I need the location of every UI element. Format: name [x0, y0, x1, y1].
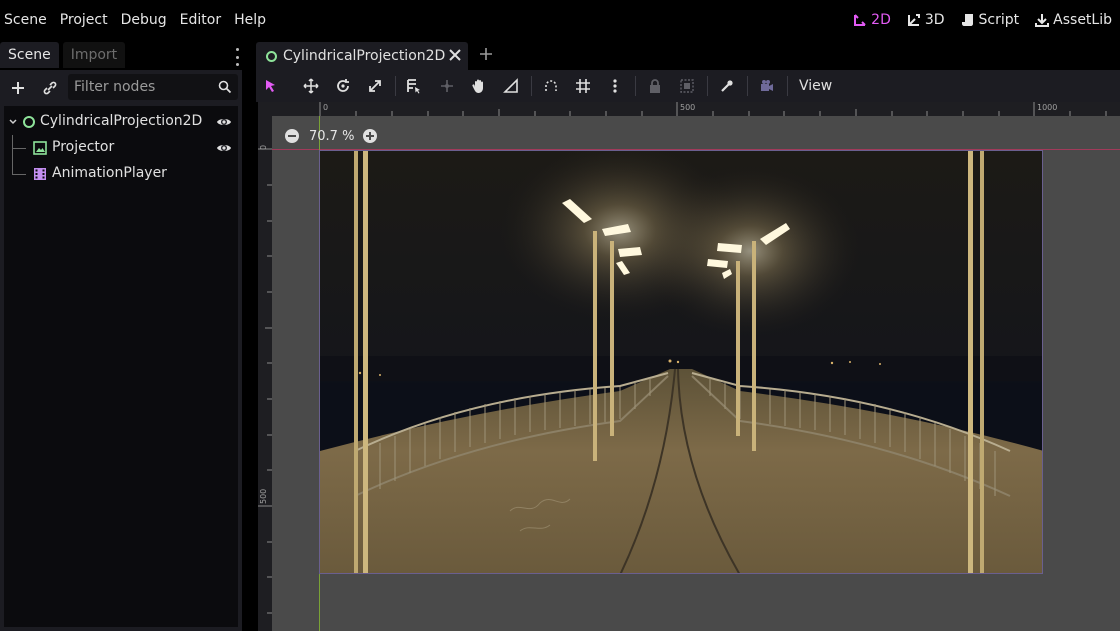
- scene-toolbar: [0, 70, 242, 106]
- toolbar-separator: [747, 76, 748, 96]
- scene-tab-title: CylindricalProjection2D: [283, 48, 446, 64]
- tree-item-projector[interactable]: Projector: [4, 135, 238, 161]
- scene-panel: CylindricalProjection2D Projector Animat…: [0, 70, 242, 631]
- assetlib-icon: [1035, 14, 1050, 27]
- ruler-label-1000: 1000: [1037, 103, 1057, 112]
- grid-snap-icon[interactable]: [571, 74, 595, 98]
- dock-menu-icon[interactable]: [232, 48, 242, 66]
- toolbar-separator: [635, 76, 636, 96]
- close-icon[interactable]: [448, 48, 462, 62]
- tree-item-animationplayer[interactable]: AnimationPlayer: [4, 161, 238, 187]
- menu-scene[interactable]: Scene: [0, 0, 56, 40]
- script-button[interactable]: Script: [961, 12, 1020, 28]
- script-icon: [961, 14, 973, 26]
- view-menu-button[interactable]: View: [790, 74, 841, 98]
- toolbar-separator: [787, 76, 788, 96]
- list-select-icon[interactable]: [402, 74, 426, 98]
- toolbar-separator: [531, 76, 532, 96]
- snap-options-icon[interactable]: [603, 74, 627, 98]
- tree-item-label: AnimationPlayer: [52, 165, 167, 181]
- dock-tabs: Scene Import: [0, 42, 129, 70]
- scene-tree: CylindricalProjection2D Projector Animat…: [4, 106, 238, 627]
- pan-mode-icon[interactable]: [467, 74, 491, 98]
- 2d-button[interactable]: 2D: [853, 12, 891, 28]
- projector-sprite[interactable]: [319, 150, 1043, 574]
- tree-item-label: Projector: [52, 139, 115, 155]
- 3d-icon: [907, 14, 920, 26]
- tab-cylindricalprojection2d[interactable]: CylindricalProjection2D: [256, 42, 468, 70]
- zoom-level[interactable]: 70.7 %: [309, 129, 354, 144]
- toolbar-separator: [707, 76, 708, 96]
- add-node-icon[interactable]: [6, 76, 30, 100]
- 2d-label: 2D: [871, 12, 891, 28]
- ruler-left-label-0: 0: [259, 145, 268, 150]
- menu-debug[interactable]: Debug: [117, 0, 176, 40]
- node2d-icon: [266, 50, 277, 62]
- search-icon: [218, 80, 232, 94]
- ruler-label-500: 500: [680, 103, 695, 112]
- pivot-mode-icon[interactable]: [435, 74, 459, 98]
- script-label: Script: [978, 12, 1020, 28]
- node2d-icon: [23, 116, 35, 128]
- add-tab-icon[interactable]: [478, 46, 494, 62]
- group-icon[interactable]: [675, 74, 699, 98]
- animationplayer-icon: [34, 168, 46, 180]
- zoom-out-icon[interactable]: [284, 128, 300, 144]
- sprite2d-icon: [33, 141, 47, 155]
- menu-project[interactable]: Project: [56, 0, 117, 40]
- scale-mode-icon[interactable]: [363, 74, 387, 98]
- link-icon[interactable]: [38, 76, 62, 100]
- visibility-eye-icon[interactable]: [216, 114, 232, 130]
- tab-import[interactable]: Import: [62, 42, 126, 68]
- menu-editor[interactable]: Editor: [176, 0, 230, 40]
- move-mode-icon[interactable]: [299, 74, 323, 98]
- 3d-button[interactable]: 3D: [907, 12, 945, 28]
- select-mode-icon[interactable]: [259, 74, 283, 98]
- filter-nodes-input[interactable]: [68, 74, 216, 100]
- canvas-viewport[interactable]: 0 500 1000 0 500 70.7 %: [256, 102, 1120, 631]
- tree-guide-line: [12, 148, 26, 149]
- tree-guide-line: [12, 174, 26, 175]
- panorama-image: [320, 151, 1042, 573]
- canvas-toolbar: View: [256, 70, 1120, 102]
- ruler-mode-icon[interactable]: [499, 74, 523, 98]
- smart-snap-icon[interactable]: [539, 74, 563, 98]
- ruler-label-0: 0: [323, 103, 328, 112]
- main-screen-switcher: 2D 3D Script AssetLib: [853, 0, 1112, 40]
- tree-item-label: CylindricalProjection2D: [40, 113, 203, 129]
- 2d-icon: [854, 14, 866, 26]
- scene-tabs: CylindricalProjection2D: [256, 40, 1120, 70]
- chevron-down-icon[interactable]: [8, 117, 18, 127]
- visibility-eye-icon[interactable]: [216, 140, 232, 156]
- scene-dock: Scene Import CylindricalProjection2D: [0, 40, 246, 631]
- camera-override-icon[interactable]: [755, 74, 779, 98]
- filter-nodes-field[interactable]: [68, 74, 238, 100]
- ruler-left: 0 500: [258, 102, 272, 631]
- tree-item-cylindricalprojection2d[interactable]: CylindricalProjection2D: [4, 109, 238, 135]
- menu-bar: Scene Project Debug Editor Help 2D 3D Sc…: [0, 0, 1120, 40]
- tab-scene[interactable]: Scene: [0, 42, 59, 68]
- tree-guide-line: [12, 161, 13, 174]
- ruler-left-label-500: 500: [259, 489, 268, 504]
- toolbar-separator: [395, 76, 396, 96]
- 3d-label: 3D: [924, 12, 945, 28]
- assetlib-label: AssetLib: [1053, 12, 1112, 28]
- assetlib-button[interactable]: AssetLib: [1035, 12, 1112, 28]
- zoom-in-icon[interactable]: [362, 128, 378, 144]
- zoom-controls: 70.7 %: [284, 126, 378, 146]
- menu-help[interactable]: Help: [230, 0, 275, 40]
- skeleton-icon[interactable]: [715, 74, 739, 98]
- lock-icon[interactable]: [643, 74, 667, 98]
- ruler-top: 0 500 1000: [272, 102, 1120, 116]
- rotate-mode-icon[interactable]: [331, 74, 355, 98]
